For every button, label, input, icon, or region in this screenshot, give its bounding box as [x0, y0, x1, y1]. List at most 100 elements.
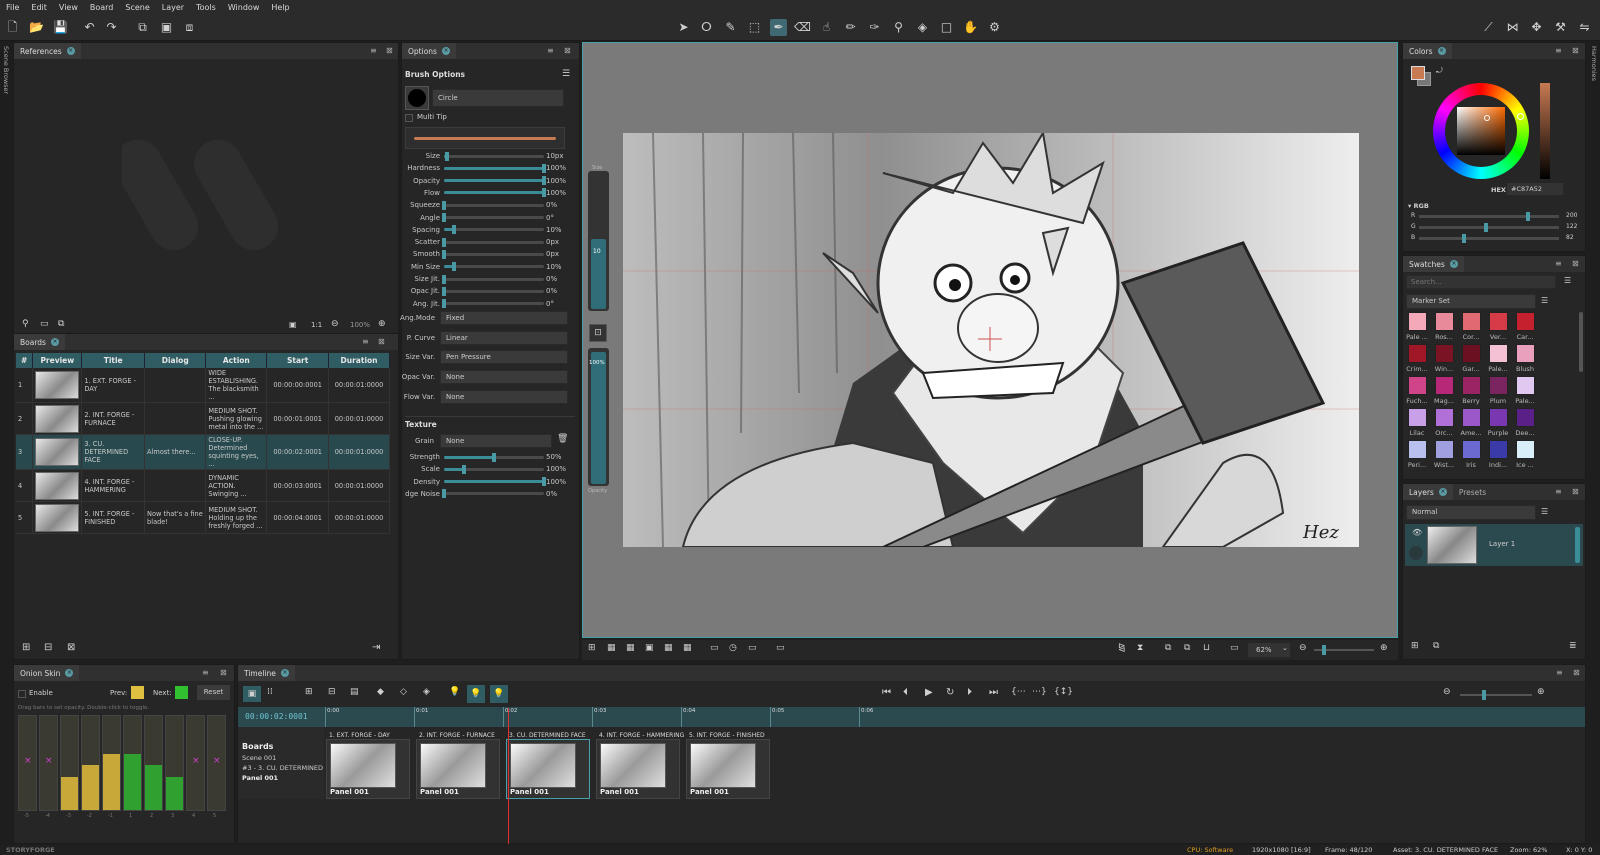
slider-knob[interactable] [462, 464, 466, 474]
insert-board-icon[interactable]: ⊟ [44, 642, 52, 653]
slider-track[interactable] [444, 163, 546, 173]
lasso-tool-icon[interactable]: ⵔ [698, 19, 715, 36]
open-folder-icon[interactable]: 📂 [28, 19, 45, 36]
slider-track[interactable] [442, 489, 544, 499]
tab-references[interactable]: References × [14, 43, 81, 59]
panel-close-icon[interactable]: ⊠ [378, 337, 385, 346]
menu-view[interactable]: View [53, 3, 84, 12]
dropdown-select[interactable]: Linear [440, 330, 568, 345]
grid-dense-icon[interactable]: ▦ [683, 643, 692, 653]
zoom-slider-knob[interactable] [1322, 645, 1326, 655]
symmetry-icon[interactable]: ⋈ [1504, 19, 1521, 36]
layers-view-icon[interactable]: ⧉ [1165, 643, 1171, 653]
trash-icon[interactable]: 🗑 [557, 434, 568, 444]
color-swatch[interactable] [1516, 344, 1535, 363]
canvas-viewport[interactable]: Size 10 ⊡ 100% Opacity Hez [582, 42, 1398, 638]
eyedropper-icon[interactable]: ⚲ [22, 319, 29, 329]
saturation-value-square[interactable] [1457, 107, 1505, 155]
color-swatch[interactable] [1489, 408, 1508, 427]
close-icon[interactable]: × [1437, 47, 1446, 55]
col-header-preview[interactable]: Preview [32, 353, 83, 368]
clipboard-icon[interactable]: ⧉ [58, 319, 64, 329]
table-row[interactable]: 4 4. INT. FORGE - HAMMERING DYNAMIC ACTI… [16, 469, 390, 502]
duplicate-icon[interactable]: ⧈ [181, 19, 198, 36]
row-action[interactable]: MEDIUM SHOT. Holding up the freshly forg… [205, 501, 268, 534]
color-swatch[interactable] [1489, 312, 1508, 331]
slider-knob[interactable] [445, 151, 449, 161]
grain-select[interactable]: None [440, 434, 552, 448]
row-title[interactable]: 2. INT. FORGE - FURNACE [81, 402, 146, 435]
flip-horizontal-icon[interactable]: ⧎ [1118, 643, 1126, 653]
guide-icon[interactable]: ✥ [1528, 19, 1545, 36]
add-board-icon[interactable]: ⊞ [22, 642, 30, 653]
slider-track[interactable] [442, 237, 544, 247]
slider-track[interactable] [444, 151, 544, 161]
color-swatch[interactable] [1462, 376, 1481, 395]
onion-bar[interactable] [81, 715, 100, 811]
swatch-scrollbar[interactable] [1579, 312, 1583, 372]
remove-keyframe-icon[interactable]: ◇ [400, 687, 407, 697]
row-action[interactable]: MEDIUM SHOT. Pushing glowing metal into … [205, 402, 268, 435]
row-title[interactable]: 4. INT. FORGE - HAMMERING [81, 469, 146, 502]
insert-panel-icon[interactable]: ⊟ [328, 687, 336, 697]
swatch-set-select[interactable]: Marker Set [1406, 294, 1536, 309]
in-point-icon[interactable]: {⋯ [1011, 687, 1026, 697]
swatch-set-menu-icon[interactable]: ☰ [1541, 296, 1548, 305]
timeline-ruler[interactable]: 00:00:02:0001 0:00 0:01 0:02 0:03 0:04 0:05 0:… [238, 707, 1585, 727]
timeline-zoom-knob[interactable] [1482, 690, 1486, 700]
panel-menu-icon[interactable]: ≡ [362, 337, 369, 346]
panel-menu-icon[interactable]: ≡ [1555, 259, 1562, 268]
rgb-slider-knob[interactable] [1484, 223, 1489, 232]
rgb-slider-knob[interactable] [1461, 234, 1466, 243]
add-keyframe-icon[interactable]: ◆ [377, 687, 384, 697]
slider-knob[interactable] [442, 286, 446, 296]
zoom-in-icon[interactable]: ⊕ [378, 319, 386, 329]
dots-view-icon[interactable]: ⁞⁞ [267, 687, 273, 697]
onion-bar[interactable]: × [207, 715, 226, 811]
slider-track[interactable] [444, 176, 546, 186]
hourglass-icon[interactable]: ⧗ [1137, 643, 1143, 653]
brush-tip-preview[interactable] [405, 86, 429, 110]
close-icon[interactable]: × [65, 669, 74, 677]
color-swatch[interactable] [1462, 440, 1481, 459]
layer-group-icon[interactable]: ⧉ [1433, 641, 1439, 651]
panel-menu-icon[interactable]: ≡ [1555, 46, 1562, 55]
panel-close-icon[interactable]: ⊠ [1572, 487, 1579, 496]
color-swatch[interactable] [1408, 312, 1427, 331]
layer-row[interactable]: 👁 Layer 1 [1405, 524, 1583, 566]
drawing-canvas[interactable]: Hez [623, 133, 1359, 547]
perspective-icon[interactable]: ⟋ [1480, 19, 1497, 36]
close-icon[interactable]: × [280, 669, 289, 677]
mask-icon[interactable]: ⧉ [1184, 643, 1190, 653]
blend-mode-select[interactable]: Normal [1406, 505, 1536, 520]
rotate-view-icon[interactable]: ⚙ [986, 19, 1003, 36]
row-duration[interactable]: 00:00:01:0000 [328, 501, 390, 534]
timeline-clip[interactable]: 5. INT. FORGE - FINISHED Panel 001 [686, 732, 770, 799]
menu-tools[interactable]: Tools [190, 3, 222, 12]
close-icon[interactable]: × [441, 47, 450, 55]
slider-knob[interactable] [442, 274, 446, 284]
last-frame-icon[interactable]: ⏭ [989, 687, 998, 698]
color-swatch[interactable] [1489, 376, 1508, 395]
tab-options[interactable]: Options × [402, 43, 456, 59]
dropdown-select[interactable]: None [440, 370, 568, 385]
row-duration[interactable]: 00:00:01:0000 [328, 402, 390, 435]
multi-tip-checkbox[interactable] [405, 114, 413, 122]
panel-close-icon[interactable]: ⊠ [564, 46, 571, 55]
onion-toggle-icon[interactable]: 💡 [467, 685, 485, 703]
pen-tool-icon[interactable]: ✒ [770, 19, 787, 36]
light-icon[interactable]: 💡 [449, 687, 460, 697]
play-icon[interactable]: ▶ [925, 687, 933, 698]
onion-bar[interactable]: × [39, 715, 58, 811]
out-point-icon[interactable]: ⋯} [1032, 687, 1047, 697]
row-action[interactable]: WIDE ESTABLISHING. The blacksmith ... [205, 368, 268, 403]
scene-browser-tab[interactable]: Scene Browser [2, 46, 10, 94]
export-board-icon[interactable]: ⇥ [372, 642, 380, 653]
col-header-dialog[interactable]: Dialog [144, 353, 207, 368]
table-row[interactable]: 5 5. INT. FORGE - FINISHED Now that's a … [16, 501, 390, 534]
row-dialog[interactable]: Almost there... [144, 434, 207, 470]
lock-icon[interactable] [1409, 546, 1423, 560]
zoom-in-icon[interactable]: ⊕ [1537, 687, 1545, 697]
layer-stack-icon[interactable]: ≣ [1569, 641, 1577, 651]
color-swatch[interactable] [1408, 440, 1427, 459]
